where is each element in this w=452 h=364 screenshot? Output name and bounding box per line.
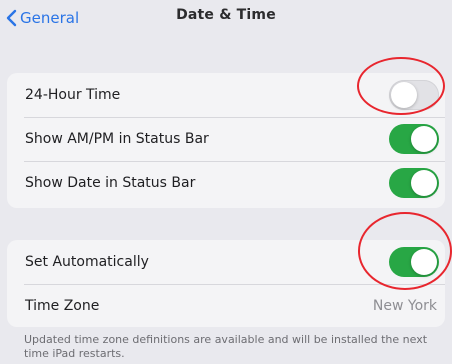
toggle-knob — [411, 126, 437, 152]
footnote-text: Updated time zone definitions are availa… — [24, 333, 428, 360]
row-label: Set Automatically — [25, 254, 149, 270]
row-label: Time Zone — [25, 298, 100, 314]
24-hour-time-toggle[interactable] — [389, 80, 439, 110]
row-label: Show Date in Status Bar — [25, 175, 196, 191]
row-show-date: Show Date in Status Bar — [7, 161, 445, 205]
row-label: Show AM/PM in Status Bar — [25, 131, 209, 147]
navigation-bar: General Date & Time — [0, 0, 452, 44]
row-label: 24-Hour Time — [25, 87, 121, 103]
row-time-zone[interactable]: Time Zone New York — [7, 284, 445, 327]
set-automatically-toggle[interactable] — [389, 247, 439, 277]
page-title: Date & Time — [176, 7, 276, 23]
row-24-hour-time: 24-Hour Time — [7, 73, 445, 117]
status-bar-settings-group: 24-Hour Time Show AM/PM in Status Bar Sh… — [7, 73, 445, 208]
toggle-knob — [391, 82, 417, 108]
row-show-ampm: Show AM/PM in Status Bar — [7, 117, 445, 161]
row-set-automatically: Set Automatically — [7, 240, 445, 284]
time-zone-value: New York — [372, 298, 437, 314]
toggle-knob — [411, 249, 437, 275]
show-date-toggle[interactable] — [389, 168, 439, 198]
time-zone-settings-group: Set Automatically Time Zone New York — [7, 240, 445, 327]
toggle-knob — [411, 170, 437, 196]
show-ampm-toggle[interactable] — [389, 124, 439, 154]
